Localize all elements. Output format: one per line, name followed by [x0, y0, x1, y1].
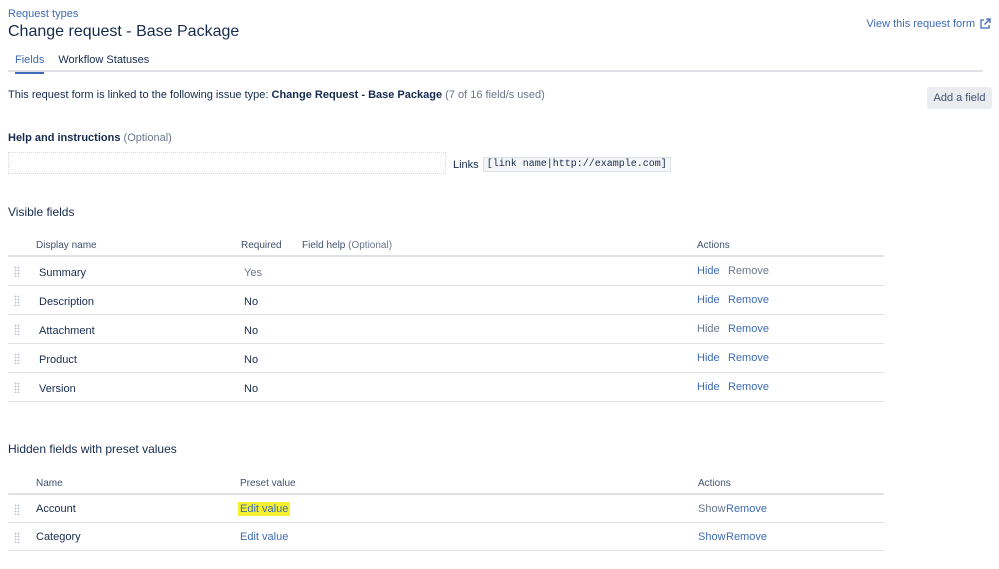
drag-handle-icon[interactable] [14, 295, 20, 306]
tab-bar: Fields Workflow Statuses [8, 53, 983, 74]
col-preset-value: Preset value [240, 478, 296, 489]
edit-value-link[interactable]: Edit value [240, 531, 288, 543]
show-field-link[interactable]: Show [698, 503, 726, 515]
field-name: Account [36, 503, 76, 515]
external-link-icon [980, 18, 991, 29]
links-hint: Links [link name|http://example.com] [453, 157, 671, 172]
edit-value-link[interactable]: Edit value [238, 502, 291, 516]
hide-field-link[interactable]: Hide [697, 265, 720, 277]
remove-field-link[interactable]: Remove [726, 503, 767, 515]
table-row: Product No Hide Remove [8, 344, 884, 373]
field-name: Summary [39, 267, 87, 279]
field-name: Attachment [39, 325, 95, 337]
table-row: Account Edit value Show Remove [8, 495, 884, 523]
view-request-form-label: View this request form [866, 18, 975, 30]
col-required: Required [241, 240, 282, 251]
hide-field-link[interactable]: Hide [697, 381, 720, 393]
drag-handle-icon[interactable] [14, 504, 20, 515]
tab-fields[interactable]: Fields [8, 53, 51, 74]
links-label: Links [453, 158, 479, 171]
col-field-help: Field help (Optional) [302, 240, 392, 251]
show-field-link[interactable]: Show [698, 531, 726, 543]
col-display-name: Display name [36, 240, 97, 251]
table-row: Category Edit value Show Remove [8, 523, 884, 551]
remove-field-link[interactable]: Remove [728, 352, 769, 364]
help-label-text: Help and instructions [8, 132, 121, 144]
field-required: Yes [244, 267, 262, 279]
linked-issue-type-text: This request form is linked to the follo… [8, 89, 545, 101]
field-name: Version [39, 383, 76, 395]
visible-fields-header: Display name Required Field help (Option… [8, 237, 884, 257]
hidden-fields-title: Hidden fields with preset values [8, 442, 177, 456]
field-name: Product [39, 354, 77, 366]
remove-field-link[interactable]: Remove [728, 323, 769, 335]
col-name: Name [36, 478, 63, 489]
drag-handle-icon[interactable] [14, 382, 20, 393]
col-actions: Actions [697, 240, 730, 251]
field-required: No [244, 383, 259, 395]
hidden-fields-header: Name Preset value Actions [8, 475, 884, 495]
field-usage-count: (7 of 16 field/s used) [442, 89, 545, 101]
table-row: Version No Hide Remove [8, 373, 884, 402]
field-name: Description [39, 296, 95, 308]
links-syntax-code: [link name|http://example.com] [482, 157, 671, 172]
visible-fields-table: Display name Required Field help (Option… [8, 237, 884, 402]
field-name: Category [36, 531, 81, 543]
col-field-help-text: Field help [302, 240, 346, 251]
hide-field-link[interactable]: Hide [697, 294, 720, 306]
view-request-form-link[interactable]: View this request form [866, 18, 991, 30]
remove-field-link[interactable]: Remove [726, 531, 767, 543]
drag-handle-icon[interactable] [14, 266, 20, 277]
help-instructions-label: Help and instructions (Optional) [8, 132, 172, 144]
remove-field-link[interactable]: Remove [728, 381, 769, 393]
hide-field-link: Hide [697, 323, 720, 335]
help-instructions-input[interactable] [8, 152, 446, 174]
visible-fields-title: Visible fields [8, 205, 75, 219]
table-row: Description No Hide Remove [8, 286, 884, 315]
hide-field-link[interactable]: Hide [697, 352, 720, 364]
col-field-help-optional: (Optional) [345, 240, 393, 251]
drag-handle-icon[interactable] [14, 324, 20, 335]
table-row: Attachment No Hide Remove [8, 315, 884, 344]
help-optional-text: (Optional) [120, 132, 172, 144]
drag-handle-icon[interactable] [14, 532, 20, 543]
remove-field-link[interactable]: Remove [728, 294, 769, 306]
field-required: No [244, 354, 259, 366]
drag-handle-icon[interactable] [14, 353, 20, 364]
tab-workflow-statuses[interactable]: Workflow Statuses [51, 53, 156, 72]
hidden-fields-table: Name Preset value Actions Account Edit v… [8, 475, 884, 551]
field-required: No [244, 325, 259, 337]
col-actions: Actions [698, 478, 731, 489]
issue-type-name: Change Request - Base Package [271, 89, 443, 101]
table-row: Summary Yes Hide Remove [8, 257, 884, 286]
linked-prefix: This request form is linked to the follo… [8, 89, 272, 101]
field-required: No [244, 296, 259, 308]
remove-field-link: Remove [728, 265, 769, 277]
page-title: Change request - Base Package [8, 23, 240, 40]
breadcrumb[interactable]: Request types [8, 8, 78, 20]
add-field-button[interactable]: Add a field [927, 87, 992, 109]
